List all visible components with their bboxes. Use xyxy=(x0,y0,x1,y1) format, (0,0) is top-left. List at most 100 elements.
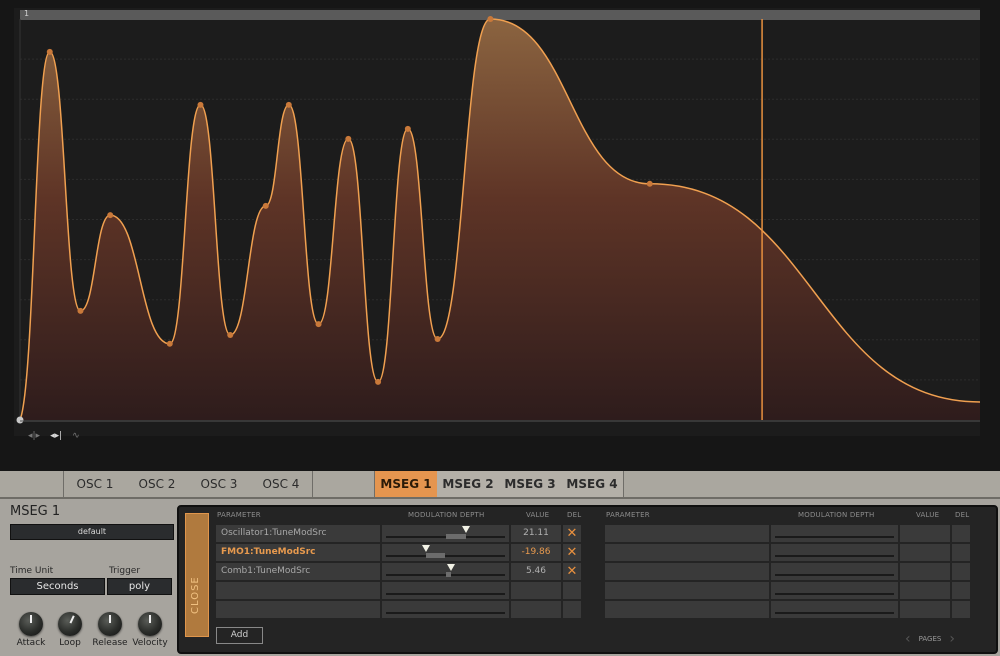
mseg-panel: MSEG 1 default Time Unit Trigger Seconds… xyxy=(0,499,1000,656)
delete-cell xyxy=(952,525,970,542)
close-button[interactable]: CLOSE xyxy=(185,513,209,637)
delete-icon[interactable]: ✕ xyxy=(563,544,581,561)
envelope-node[interactable] xyxy=(487,16,494,22)
slider-track xyxy=(775,555,894,557)
time-unit-select[interactable]: Seconds xyxy=(10,578,105,595)
tab-mseg-2[interactable]: MSEG 2 xyxy=(437,471,499,497)
pages-nav: ‹ PAGES › xyxy=(905,631,955,647)
playback-range-icon[interactable]: ◂▸| xyxy=(50,431,62,441)
pages-label: PAGES xyxy=(918,635,942,643)
attack-knob[interactable] xyxy=(19,612,43,636)
trigger-label: Trigger xyxy=(109,566,141,576)
release-knob[interactable] xyxy=(98,612,122,636)
release-control: Release xyxy=(90,612,130,648)
parameter-cell xyxy=(216,582,380,599)
mseg-title: MSEG 1 xyxy=(10,504,61,519)
add-button[interactable]: Add xyxy=(216,627,263,644)
loop-range-icon[interactable]: ◂|▸ xyxy=(28,431,40,441)
envelope-node[interactable] xyxy=(375,378,382,385)
delete-icon[interactable]: ✕ xyxy=(563,563,581,580)
close-label: CLOSE xyxy=(190,576,201,614)
release-label: Release xyxy=(92,638,128,648)
mseg-settings: MSEG 1 default Time Unit Trigger Seconds… xyxy=(2,501,174,656)
envelope-node[interactable] xyxy=(197,101,204,108)
envelope-node[interactable] xyxy=(434,335,441,342)
depth-slider[interactable] xyxy=(382,525,509,542)
envelope-node[interactable] xyxy=(404,125,411,132)
next-page-icon[interactable]: › xyxy=(949,631,955,647)
tab-osc-4[interactable]: OSC 4 xyxy=(250,471,312,497)
depth-handle[interactable] xyxy=(421,545,430,552)
depth-bar xyxy=(445,534,467,539)
tab-osc-1[interactable]: OSC 1 xyxy=(64,471,126,497)
velocity-control: Velocity xyxy=(130,612,170,648)
preset-selector[interactable]: default xyxy=(10,524,174,540)
envelope-node[interactable] xyxy=(345,135,352,142)
delete-cell xyxy=(952,544,970,561)
depth-handle[interactable] xyxy=(462,526,471,533)
attack-control: Attack xyxy=(11,612,51,648)
envelope-graph[interactable] xyxy=(14,8,980,436)
start-node[interactable] xyxy=(16,416,24,424)
depth-slider[interactable] xyxy=(771,563,898,580)
depth-slider[interactable] xyxy=(771,601,898,618)
slider-track xyxy=(775,612,894,614)
envelope-editor[interactable]: 1 ◂|▸ ◂▸| ∿ xyxy=(14,8,980,441)
del-header: DEL xyxy=(567,511,582,519)
envelope-node[interactable] xyxy=(646,180,653,187)
tab-osc-3[interactable]: OSC 3 xyxy=(188,471,250,497)
envelope-node[interactable] xyxy=(315,321,322,328)
parameter-cell: Oscillator1:TuneModSrc xyxy=(216,525,380,542)
envelope-node[interactable] xyxy=(166,340,173,347)
depth-slider[interactable] xyxy=(771,525,898,542)
loop-knob[interactable] xyxy=(58,612,82,636)
parameter-cell xyxy=(605,525,769,542)
envelope-node[interactable] xyxy=(77,307,84,314)
envelope-node[interactable] xyxy=(227,331,234,338)
slider-track xyxy=(775,593,894,595)
tab-osc-2[interactable]: OSC 2 xyxy=(126,471,188,497)
velocity-label: Velocity xyxy=(132,638,168,648)
curve-shape-icon[interactable]: ∿ xyxy=(72,431,80,441)
envelope-node[interactable] xyxy=(107,212,114,219)
prev-page-icon[interactable]: ‹ xyxy=(905,631,911,647)
depth-slider[interactable] xyxy=(382,582,509,599)
slider-track xyxy=(775,574,894,576)
depth-header-page2: MODULATION DEPTH xyxy=(798,511,875,519)
envelope-node[interactable] xyxy=(46,48,53,55)
depth-handle[interactable] xyxy=(446,564,455,571)
value-cell xyxy=(900,601,950,618)
tab-mseg-3[interactable]: MSEG 3 xyxy=(499,471,561,497)
time-unit-label: Time Unit xyxy=(10,566,54,576)
depth-slider[interactable] xyxy=(771,582,898,599)
delete-cell: ✕ xyxy=(563,525,581,542)
delete-cell xyxy=(563,582,581,599)
trigger-select[interactable]: poly xyxy=(107,578,172,595)
tab-mseg-1[interactable]: MSEG 1 xyxy=(375,471,437,497)
delete-cell xyxy=(563,601,581,618)
delete-icon[interactable]: ✕ xyxy=(563,525,581,542)
depth-slider[interactable] xyxy=(382,544,509,561)
parameter-cell: Comb1:TuneModSrc xyxy=(216,563,380,580)
tab-mseg-4[interactable]: MSEG 4 xyxy=(561,471,623,497)
delete-cell xyxy=(952,563,970,580)
depth-bar xyxy=(425,553,446,558)
velocity-knob[interactable] xyxy=(138,612,162,636)
depth-bar xyxy=(445,572,451,577)
parameter-cell xyxy=(216,601,380,618)
depth-slider[interactable] xyxy=(382,563,509,580)
attack-label: Attack xyxy=(16,638,46,648)
depth-header: MODULATION DEPTH xyxy=(408,511,485,519)
envelope-node[interactable] xyxy=(262,202,269,209)
value-cell xyxy=(511,601,561,618)
depth-slider[interactable] xyxy=(382,601,509,618)
parameter-header-page2: PARAMETER xyxy=(606,511,650,519)
depth-slider[interactable] xyxy=(771,544,898,561)
envelope-node[interactable] xyxy=(285,101,292,108)
value-cell xyxy=(900,544,950,561)
value-header: VALUE xyxy=(526,511,550,519)
parameter-cell xyxy=(605,563,769,580)
loop-control: Loop xyxy=(50,612,90,648)
parameter-cell xyxy=(605,601,769,618)
delete-cell: ✕ xyxy=(563,544,581,561)
